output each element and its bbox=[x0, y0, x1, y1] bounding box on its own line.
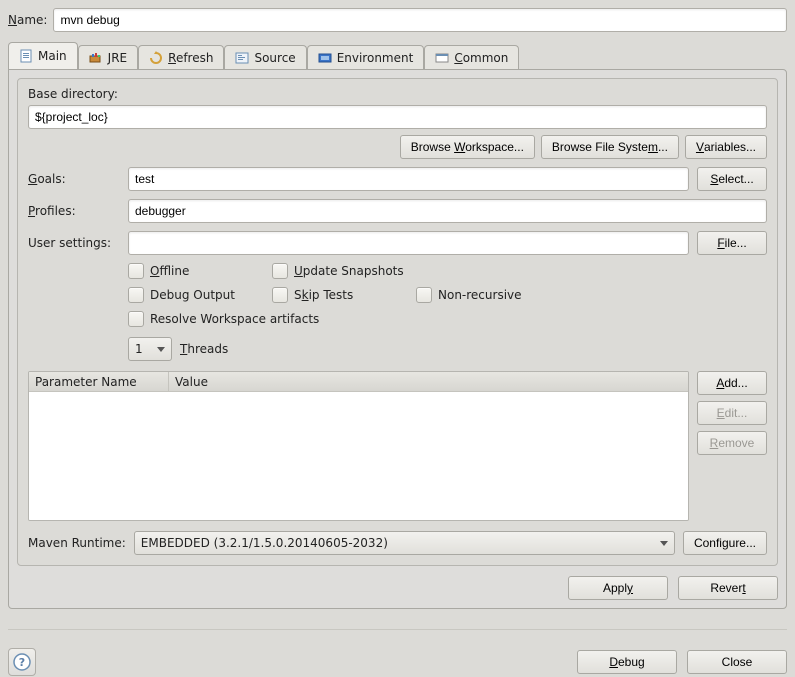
tab-main[interactable]: Main bbox=[8, 42, 78, 69]
goals-input[interactable] bbox=[128, 167, 689, 191]
refresh-icon bbox=[149, 51, 163, 65]
runtime-configure-button[interactable]: Configure... bbox=[683, 531, 767, 555]
debug-button[interactable]: Debug bbox=[577, 650, 677, 674]
jre-icon bbox=[89, 51, 103, 65]
source-icon bbox=[235, 51, 249, 65]
resolve-workspace-checkbox[interactable]: Resolve Workspace artifacts bbox=[128, 311, 319, 327]
tab-common[interactable]: Common bbox=[424, 45, 519, 70]
tab-label: JRE bbox=[108, 51, 127, 65]
apply-button[interactable]: Apply bbox=[568, 576, 668, 600]
parameter-table-header: Parameter Name Value bbox=[29, 372, 688, 392]
separator bbox=[8, 629, 787, 630]
offline-checkbox[interactable]: Offline bbox=[128, 263, 248, 279]
tab-label: Source bbox=[254, 51, 295, 65]
usersettings-label: User settings: bbox=[28, 236, 120, 250]
usersettings-file-button[interactable]: File... bbox=[697, 231, 767, 255]
name-input[interactable] bbox=[53, 8, 787, 32]
col-parameter-name[interactable]: Parameter Name bbox=[29, 372, 169, 391]
file-icon bbox=[19, 49, 33, 63]
browse-filesystem-button[interactable]: Browse File System... bbox=[541, 135, 679, 159]
threads-label: Threads bbox=[180, 342, 228, 356]
skip-tests-checkbox[interactable]: Skip Tests bbox=[272, 287, 392, 303]
profiles-label: Profiles: bbox=[28, 204, 120, 218]
revert-button[interactable]: Revert bbox=[678, 576, 778, 600]
help-icon: ? bbox=[13, 653, 31, 671]
param-add-button[interactable]: Add... bbox=[697, 371, 767, 395]
goals-select-button[interactable]: Select... bbox=[697, 167, 767, 191]
debug-output-checkbox[interactable]: Debug Output bbox=[128, 287, 248, 303]
browse-workspace-button[interactable]: Browse Workspace... bbox=[400, 135, 535, 159]
col-value[interactable]: Value bbox=[169, 372, 688, 391]
parameter-table-body[interactable] bbox=[29, 392, 688, 520]
tab-label: Environment bbox=[337, 51, 414, 65]
parameter-table[interactable]: Parameter Name Value bbox=[28, 371, 689, 521]
basedir-input[interactable] bbox=[28, 105, 767, 129]
tab-refresh[interactable]: Refresh bbox=[138, 45, 224, 70]
param-remove-button: Remove bbox=[697, 431, 767, 455]
non-recursive-checkbox[interactable]: Non-recursive bbox=[416, 287, 536, 303]
close-button[interactable]: Close bbox=[687, 650, 787, 674]
basedir-label: Base directory: bbox=[28, 87, 767, 101]
param-edit-button: Edit... bbox=[697, 401, 767, 425]
goals-label: Goals: bbox=[28, 172, 120, 186]
tab-environment[interactable]: Environment bbox=[307, 45, 425, 70]
tab-jre[interactable]: JRE bbox=[78, 45, 138, 70]
name-label: Name: bbox=[8, 13, 47, 27]
profiles-input[interactable] bbox=[128, 199, 767, 223]
tab-strip: Main JRE Refresh Source Environment Comm… bbox=[8, 42, 787, 69]
tab-panel-main: Base directory: Browse Workspace... Brow… bbox=[8, 69, 787, 609]
main-group: Base directory: Browse Workspace... Brow… bbox=[17, 78, 778, 566]
usersettings-input[interactable] bbox=[128, 231, 689, 255]
help-button[interactable]: ? bbox=[8, 648, 36, 676]
runtime-label: Maven Runtime: bbox=[28, 536, 126, 550]
environment-icon bbox=[318, 51, 332, 65]
variables-button[interactable]: Variables... bbox=[685, 135, 767, 159]
common-icon bbox=[435, 51, 449, 65]
threads-select[interactable]: 1 bbox=[128, 337, 172, 361]
svg-text:?: ? bbox=[19, 656, 25, 669]
runtime-select[interactable]: EMBEDDED (3.2.1/1.5.0.20140605-2032) bbox=[134, 531, 675, 555]
tab-label: Main bbox=[38, 49, 67, 63]
tab-label: Common bbox=[454, 51, 508, 65]
update-snapshots-checkbox[interactable]: Update Snapshots bbox=[272, 263, 404, 279]
tab-source[interactable]: Source bbox=[224, 45, 306, 70]
tab-label: Refresh bbox=[168, 51, 213, 65]
